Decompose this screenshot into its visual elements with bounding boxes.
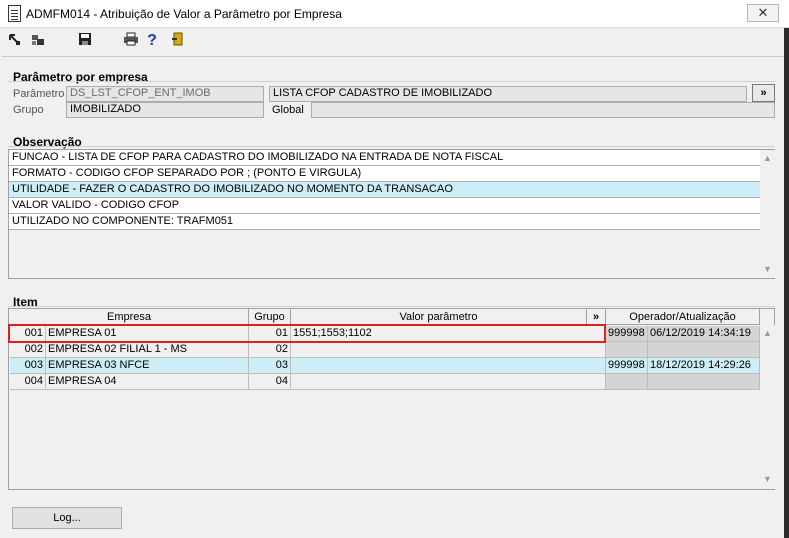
section-border (8, 306, 775, 307)
row-empresa[interactable]: EMPRESA 04 (46, 374, 249, 390)
scroll-down-icon[interactable]: ▼ (760, 264, 775, 274)
row-grupo[interactable]: 03 (249, 358, 291, 374)
scroll-up-icon[interactable]: ▲ (760, 153, 775, 163)
scroll-up-icon[interactable]: ▲ (760, 328, 775, 338)
row-operador[interactable] (606, 374, 648, 390)
row-code[interactable]: 004 (10, 374, 46, 390)
row-valor[interactable] (291, 358, 606, 374)
item-scrollbar[interactable] (760, 325, 775, 489)
section-border (8, 146, 775, 147)
header-expand[interactable]: » (587, 309, 606, 325)
row-code[interactable]: 003 (10, 358, 46, 374)
observacao-line[interactable]: FORMATO - CODIGO CFOP SEPARADO POR ; (PO… (9, 166, 761, 182)
exit-icon[interactable] (170, 32, 186, 50)
parametro-description-field[interactable]: LISTA CFOP CADASTRO DE IMOBILIZADO (269, 86, 747, 102)
parametro-label: Parâmetro (13, 88, 65, 100)
row-empresa[interactable]: EMPRESA 02 FILIAL 1 - MS (46, 342, 249, 358)
arrow-icon[interactable] (8, 32, 22, 50)
global-label: Global (272, 104, 304, 116)
row-operador[interactable] (606, 342, 648, 358)
highlight-box (8, 324, 606, 343)
row-grupo[interactable]: 04 (249, 374, 291, 390)
row-code[interactable]: 002 (10, 342, 46, 358)
window-border (784, 28, 789, 538)
grupo-label: Grupo (13, 104, 44, 116)
row-data[interactable]: 18/12/2019 14:29:26 (648, 358, 760, 374)
header-operador[interactable]: Operador/Atualização (606, 309, 760, 325)
help-icon[interactable]: ? (145, 32, 159, 50)
log-button[interactable]: Log... (12, 507, 122, 529)
observacao-line[interactable]: FUNCAO - LISTA DE CFOP PARA CADASTRO DO … (9, 150, 761, 166)
row-data[interactable]: 06/12/2019 14:34:19 (648, 326, 760, 342)
grid-icon[interactable] (30, 32, 46, 50)
close-button[interactable]: ✕ (747, 4, 779, 22)
header-grupo[interactable]: Grupo (249, 309, 291, 325)
row-empresa[interactable]: EMPRESA 03 NFCE (46, 358, 249, 374)
observacao-scrollbar[interactable] (760, 150, 775, 278)
window-title: ADMFM014 - Atribuição de Valor a Parâmet… (26, 7, 342, 21)
row-valor[interactable] (291, 342, 606, 358)
row-valor[interactable] (291, 374, 606, 390)
row-operador[interactable]: 999998 (606, 326, 648, 342)
toolbar-divider (2, 56, 787, 57)
row-data[interactable] (648, 342, 760, 358)
grupo-field[interactable]: IMOBILIZADO (66, 102, 264, 118)
expand-button[interactable]: » (752, 84, 775, 102)
row-operador[interactable]: 999998 (606, 358, 648, 374)
scroll-down-icon[interactable]: ▼ (760, 474, 775, 484)
row-data[interactable] (648, 374, 760, 390)
save-icon[interactable] (77, 32, 93, 50)
document-icon (8, 5, 21, 22)
parametro-field[interactable]: DS_LST_CFOP_ENT_IMOB (66, 86, 264, 102)
row-grupo[interactable]: 02 (249, 342, 291, 358)
observacao-line[interactable]: UTILIZADO NO COMPONENTE: TRAFM051 (9, 214, 761, 230)
header-empresa[interactable]: Empresa (10, 309, 249, 325)
print-icon[interactable] (122, 32, 140, 50)
header-valor[interactable]: Valor parâmetro (291, 309, 587, 325)
observacao-line[interactable]: VALOR VALIDO - CODIGO CFOP (9, 198, 761, 214)
global-field[interactable] (311, 102, 775, 118)
observacao-line[interactable]: UTILIDADE - FAZER O CADASTRO DO IMOBILIZ… (9, 182, 761, 198)
section-border (8, 81, 775, 82)
